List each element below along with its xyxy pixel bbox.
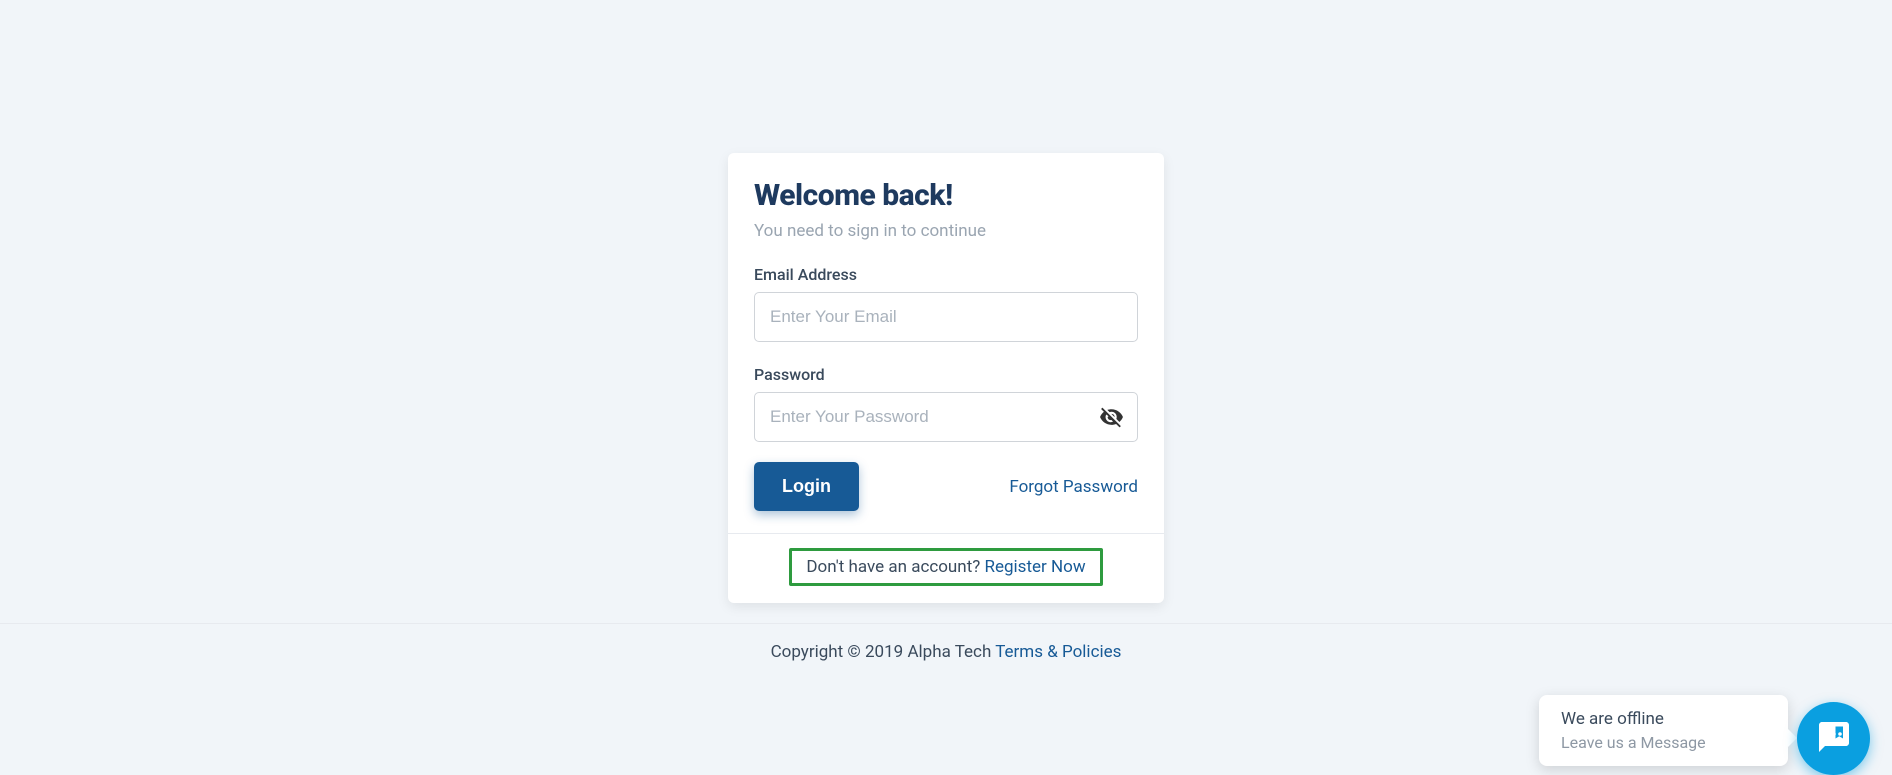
- login-button[interactable]: Login: [754, 462, 859, 511]
- email-input[interactable]: [754, 292, 1138, 342]
- copyright-text: Copyright © 2019 Alpha Tech: [771, 642, 996, 662]
- password-visibility-toggle-icon[interactable]: [1099, 405, 1124, 430]
- password-input[interactable]: [754, 392, 1138, 442]
- login-card: Welcome back! You need to sign in to con…: [728, 153, 1164, 603]
- terms-link[interactable]: Terms & Policies: [995, 642, 1121, 662]
- page-footer: Copyright © 2019 Alpha Tech Terms & Poli…: [0, 623, 1892, 662]
- login-title: Welcome back!: [754, 178, 1138, 213]
- email-label: Email Address: [754, 265, 1138, 284]
- chat-button[interactable]: [1797, 702, 1870, 775]
- chat-status-popup: We are offline Leave us a Message: [1539, 695, 1788, 766]
- register-prompt-text: Don't have an account?: [806, 557, 984, 577]
- register-prompt-box: Don't have an account? Register Now: [789, 548, 1102, 586]
- forgot-password-link[interactable]: Forgot Password: [1009, 477, 1138, 497]
- password-label: Password: [754, 365, 1138, 384]
- chat-prompt-text: Leave us a Message: [1561, 733, 1766, 752]
- chat-icon: [1816, 719, 1852, 759]
- chat-status-text: We are offline: [1561, 709, 1766, 729]
- register-link[interactable]: Register Now: [985, 557, 1086, 577]
- login-subtitle: You need to sign in to continue: [754, 221, 1138, 241]
